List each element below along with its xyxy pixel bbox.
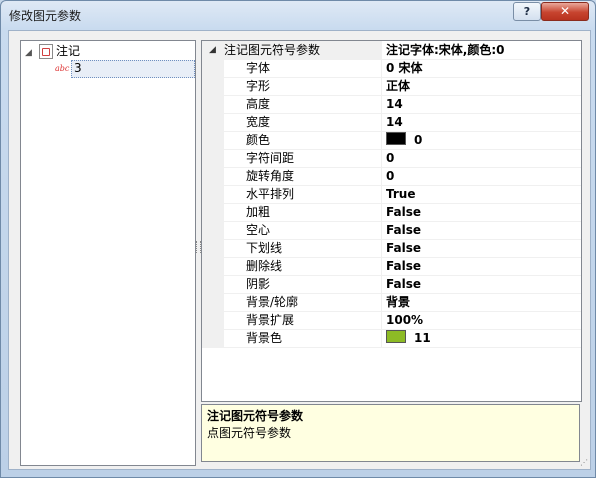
property-name: 删除线: [224, 257, 382, 275]
tree-node-child-label: 3: [74, 61, 82, 75]
property-value[interactable]: 11: [386, 329, 578, 347]
property-row[interactable]: 阴影 False: [202, 275, 581, 294]
property-value[interactable]: True: [386, 185, 578, 203]
property-row[interactable]: 下划线 False: [202, 239, 581, 258]
title-bar[interactable]: 修改图元参数 ? ✕: [1, 1, 595, 29]
property-row[interactable]: 背景/轮廓 背景: [202, 293, 581, 312]
property-row[interactable]: 背景扩展 100%: [202, 311, 581, 330]
help-button[interactable]: ?: [513, 2, 541, 21]
close-button[interactable]: ✕: [541, 2, 589, 21]
property-row[interactable]: 加粗 False: [202, 203, 581, 222]
property-row[interactable]: 高度 14: [202, 95, 581, 114]
tree-node-root[interactable]: ◢ 注记: [21, 43, 193, 60]
property-value[interactable]: 0: [386, 131, 578, 149]
property-value[interactable]: 0: [386, 167, 578, 185]
text-annotation-icon: abc: [55, 64, 70, 73]
property-row[interactable]: 背景色 11: [202, 329, 581, 348]
property-name: 颜色: [224, 131, 382, 149]
object-tree[interactable]: ◢ 注记 abc 3: [20, 40, 196, 466]
property-category-row[interactable]: ◢ 注记图元符号参数 注记字体:宋体,颜色:0: [202, 41, 581, 60]
property-name: 阴影: [224, 275, 382, 293]
property-name: 背景/轮廓: [224, 293, 382, 311]
tree-node-child[interactable]: abc 3: [21, 60, 195, 78]
property-name: 空心: [224, 221, 382, 239]
property-name: 旋转角度: [224, 167, 382, 185]
note-icon: [39, 44, 53, 59]
property-name: 字符间距: [224, 149, 382, 167]
property-value-text: 0: [414, 133, 423, 147]
property-value[interactable]: 正体: [386, 77, 578, 95]
property-row[interactable]: 字体 0 宋体: [202, 59, 581, 78]
property-row[interactable]: 删除线 False: [202, 257, 581, 276]
dialog-window: 修改图元参数 ? ✕ ◢ 注记 abc 3 ◢ 注记图元符号参数 注记字体:宋体…: [0, 0, 596, 478]
tree-node-root-label: 注记: [56, 44, 81, 58]
help-description: 点图元符号参数: [207, 426, 292, 440]
property-value[interactable]: 14: [386, 113, 578, 131]
property-value[interactable]: False: [386, 239, 578, 257]
property-name: 背景色: [224, 329, 382, 347]
dialog-client-area: ◢ 注记 abc 3 ◢ 注记图元符号参数 注记字体:宋体,颜色:0 字体 0 宋…: [8, 30, 591, 470]
property-value[interactable]: False: [386, 203, 578, 221]
property-row[interactable]: 水平排列 True: [202, 185, 581, 204]
property-value[interactable]: False: [386, 275, 578, 293]
property-name: 字体: [224, 59, 382, 77]
category-value: 注记字体:宋体,颜色:0: [386, 41, 578, 59]
property-name: 加粗: [224, 203, 382, 221]
category-collapse-icon[interactable]: ◢: [209, 41, 216, 59]
property-row[interactable]: 空心 False: [202, 221, 581, 240]
property-row[interactable]: 字符间距 0: [202, 149, 581, 168]
property-value[interactable]: 100%: [386, 311, 578, 329]
property-value[interactable]: False: [386, 257, 578, 275]
color-swatch: [386, 330, 406, 343]
resize-grip-icon[interactable]: ⋰: [580, 458, 588, 467]
property-value-text: 11: [414, 331, 431, 345]
selection-highlight: [71, 60, 195, 78]
property-name: 水平排列: [224, 185, 382, 203]
help-title: 注记图元符号参数: [207, 409, 304, 423]
color-swatch: [386, 132, 406, 145]
property-row[interactable]: 宽度 14: [202, 113, 581, 132]
category-name: 注记图元符号参数: [220, 41, 382, 59]
property-name: 宽度: [224, 113, 382, 131]
property-row[interactable]: 颜色 0: [202, 131, 581, 150]
property-row[interactable]: 字形 正体: [202, 77, 581, 96]
property-grid[interactable]: ◢ 注记图元符号参数 注记字体:宋体,颜色:0 字体 0 宋体 字形 正体 高度 14 宽度…: [201, 40, 582, 402]
property-name: 字形: [224, 77, 382, 95]
property-value[interactable]: 背景: [386, 293, 578, 311]
property-value[interactable]: 0 宋体: [386, 59, 578, 77]
help-panel: 注记图元符号参数 点图元符号参数: [201, 404, 580, 462]
window-title: 修改图元参数: [9, 9, 82, 23]
property-value[interactable]: 0: [386, 149, 578, 167]
property-value[interactable]: 14: [386, 95, 578, 113]
property-row[interactable]: 旋转角度 0: [202, 167, 581, 186]
property-name: 下划线: [224, 239, 382, 257]
property-value[interactable]: False: [386, 221, 578, 239]
property-name: 背景扩展: [224, 311, 382, 329]
property-name: 高度: [224, 95, 382, 113]
